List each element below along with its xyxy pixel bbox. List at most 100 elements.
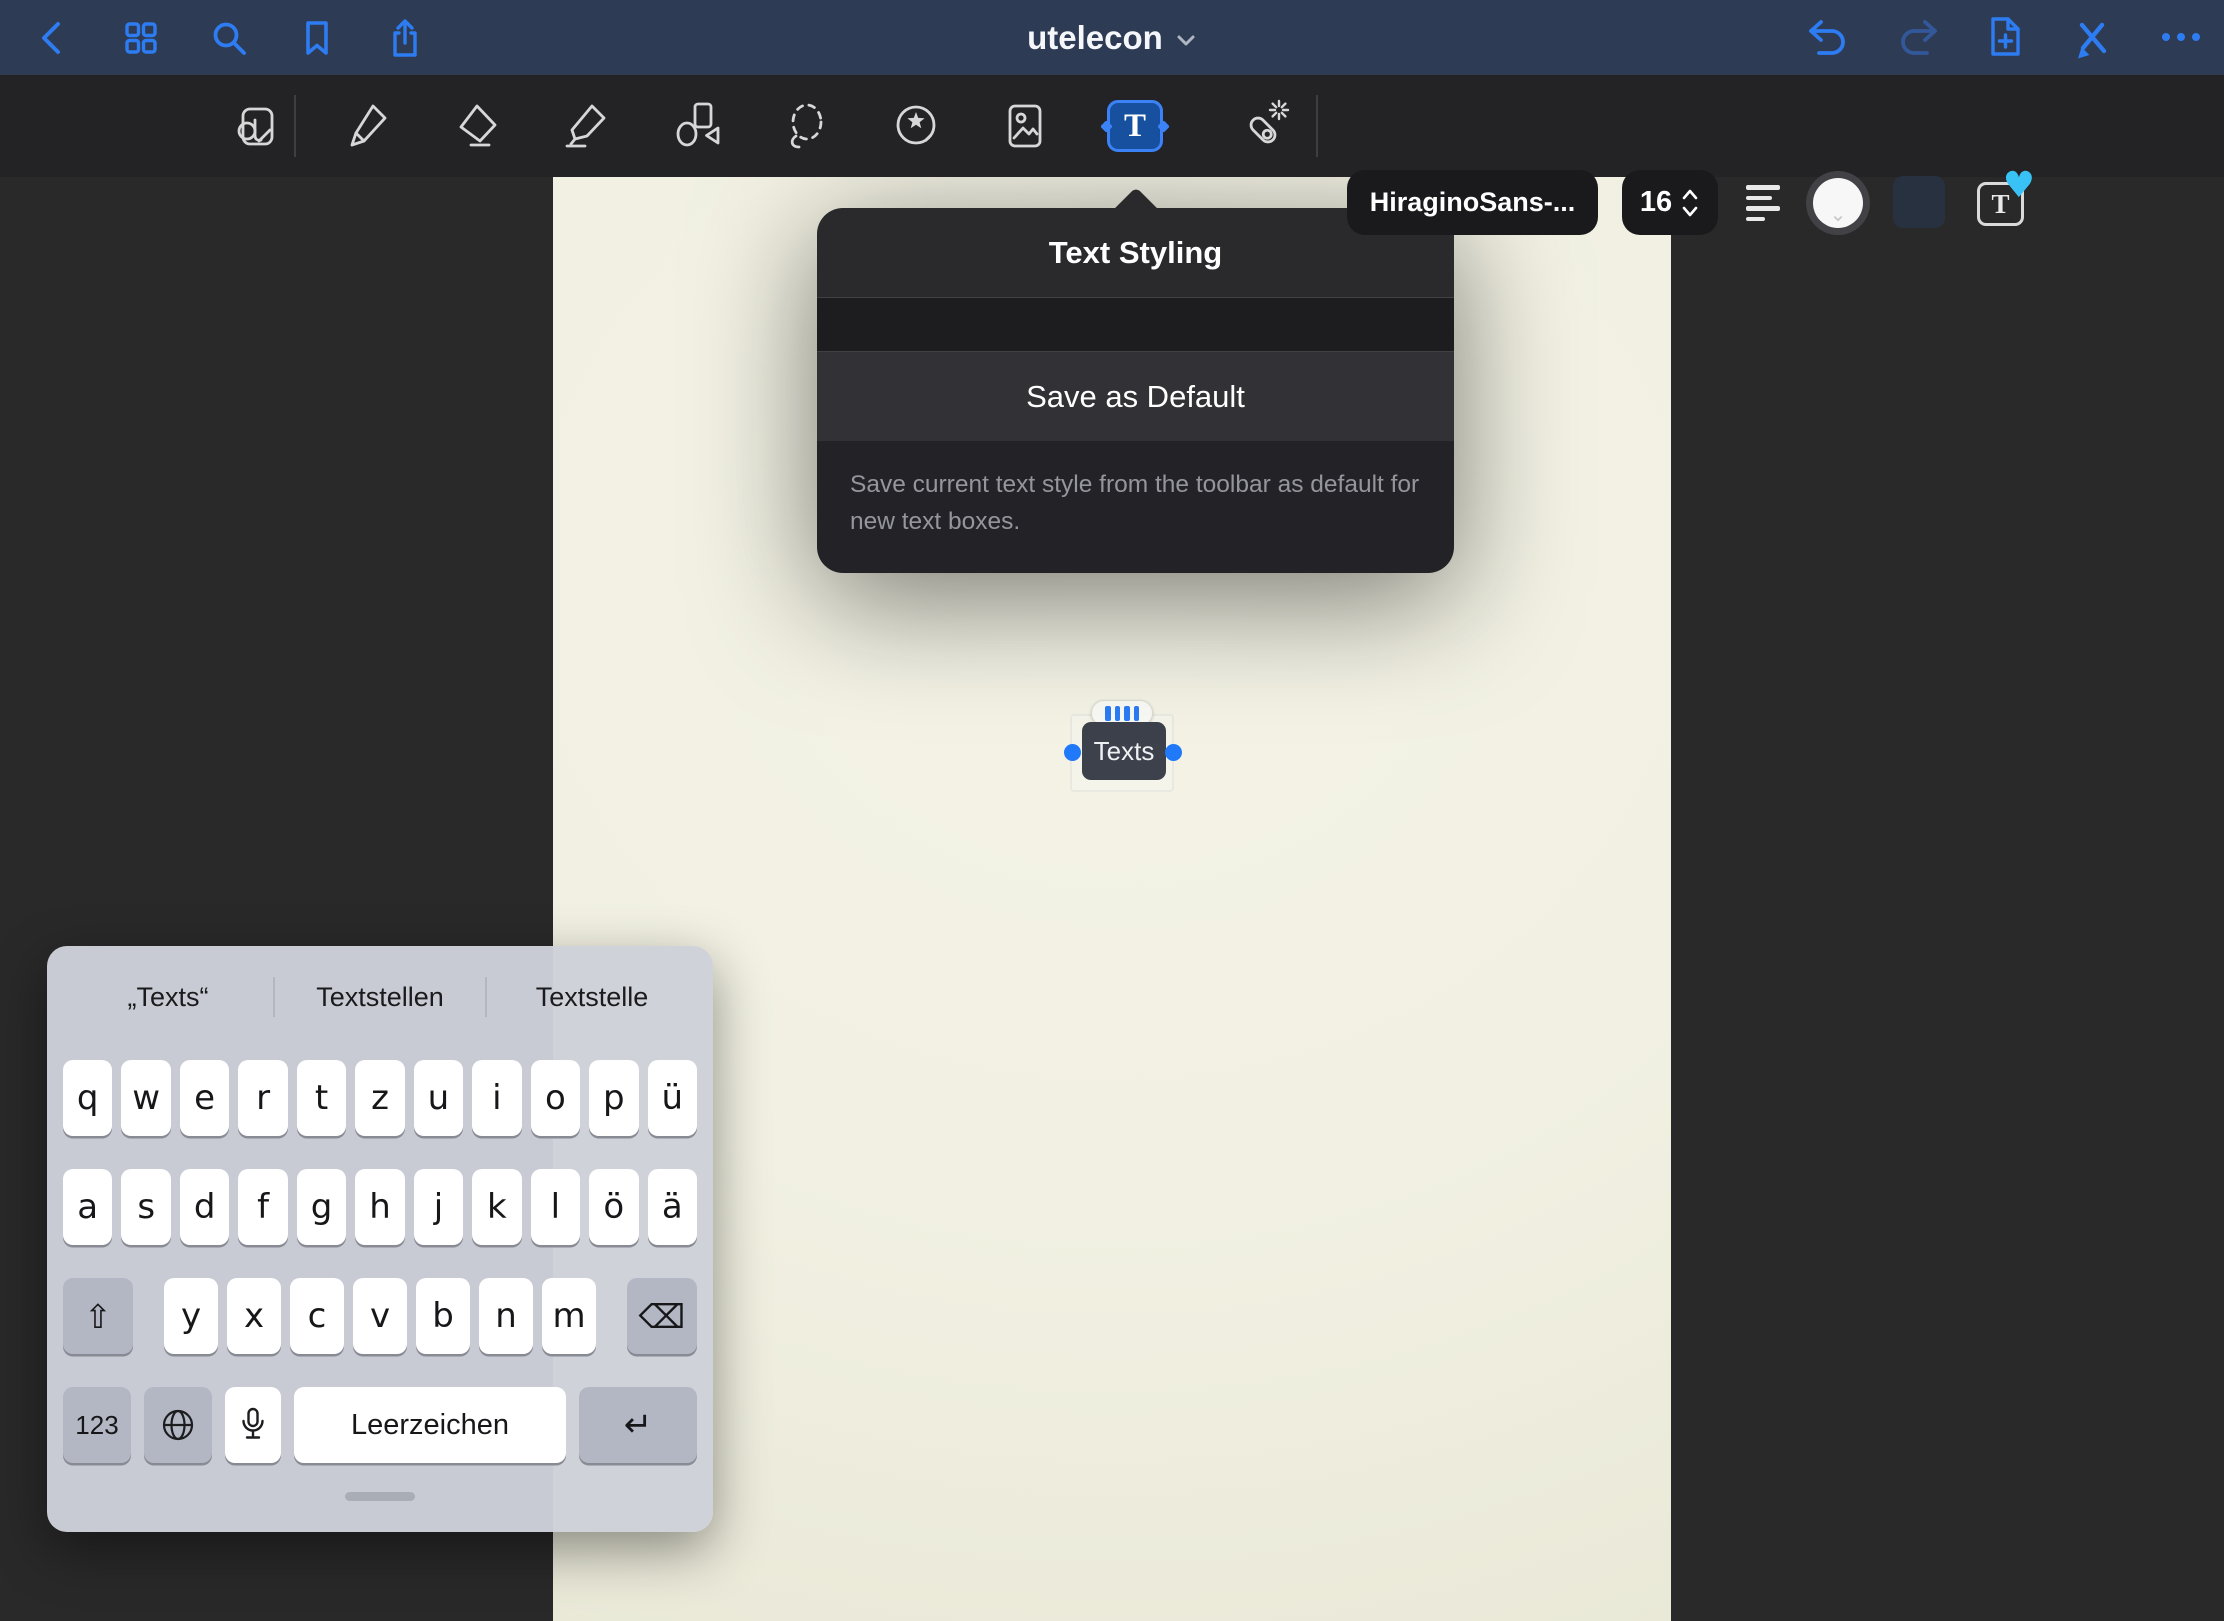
share-icon xyxy=(383,16,427,60)
align-bar xyxy=(1746,217,1765,222)
elements-star-icon xyxy=(888,98,944,154)
suggestion-quoted[interactable]: „Texts“ xyxy=(63,981,273,1014)
key-k[interactable]: k xyxy=(472,1169,521,1245)
key-e[interactable]: e xyxy=(180,1060,229,1136)
key-z[interactable]: z xyxy=(355,1060,404,1136)
resize-handle-right[interactable] xyxy=(1165,744,1182,761)
key-l[interactable]: l xyxy=(531,1169,580,1245)
textbox-content[interactable]: Texts xyxy=(1082,722,1166,780)
key-x[interactable]: x xyxy=(227,1278,281,1354)
grid-icon xyxy=(119,16,163,60)
popover-description: Save current text style from the toolbar… xyxy=(817,441,1454,573)
secondary-color-swatch[interactable] xyxy=(1893,176,1945,228)
numbers-key[interactable]: 123 xyxy=(63,1387,131,1463)
key-r[interactable]: r xyxy=(238,1060,287,1136)
text-style-button[interactable]: T ♥ xyxy=(1977,182,2024,226)
text-tool[interactable]: T xyxy=(1103,94,1167,158)
image-tool[interactable] xyxy=(993,94,1057,158)
key-h[interactable]: h xyxy=(355,1169,404,1245)
documents-grid-button[interactable] xyxy=(112,9,170,67)
text-align-button[interactable] xyxy=(1740,171,1796,235)
highlighter-icon xyxy=(558,98,614,154)
drag-bar xyxy=(1115,706,1121,721)
search-button[interactable] xyxy=(200,9,258,67)
more-options-button[interactable] xyxy=(2152,9,2210,67)
popover-section-gap xyxy=(817,298,1454,352)
font-family-button[interactable]: HiraginoSans-... xyxy=(1347,170,1598,235)
key-s[interactable]: s xyxy=(121,1169,170,1245)
key-w[interactable]: w xyxy=(121,1060,170,1136)
chevron-down-icon xyxy=(1175,28,1197,48)
pencil-off-button[interactable] xyxy=(2064,9,2122,67)
undo-button[interactable] xyxy=(1800,9,1858,67)
suggestion-2[interactable]: Textstelle xyxy=(487,981,697,1014)
share-button[interactable] xyxy=(376,9,434,67)
key-row-3: ⇧ yxcvbnm ⌫ xyxy=(63,1278,697,1354)
image-icon xyxy=(997,98,1053,154)
key-ü[interactable]: ü xyxy=(648,1060,697,1136)
text-styling-popover: Text Styling Save as Default Save curren… xyxy=(817,208,1454,573)
stepper-chevrons-icon xyxy=(1680,186,1700,220)
undo-icon xyxy=(1805,14,1853,62)
shapes-tool[interactable] xyxy=(666,94,730,158)
redo-icon xyxy=(1893,14,1941,62)
pen-tool[interactable] xyxy=(334,94,398,158)
key-b[interactable]: b xyxy=(416,1278,470,1354)
laser-pointer-icon xyxy=(1237,98,1293,154)
lasso-tool[interactable] xyxy=(775,94,839,158)
key-i[interactable]: i xyxy=(472,1060,521,1136)
text-tool-selected-icon: T xyxy=(1107,100,1163,152)
key-u[interactable]: u xyxy=(414,1060,463,1136)
key-c[interactable]: c xyxy=(290,1278,344,1354)
key-y[interactable]: y xyxy=(164,1278,218,1354)
key-m[interactable]: m xyxy=(542,1278,596,1354)
suggestion-1[interactable]: Textstellen xyxy=(275,981,485,1014)
elements-tool[interactable] xyxy=(884,94,948,158)
globe-key[interactable] xyxy=(144,1387,212,1463)
back-button[interactable] xyxy=(24,9,82,67)
bookmark-icon xyxy=(295,16,339,60)
resize-handle-left[interactable] xyxy=(1064,744,1081,761)
key-t[interactable]: t xyxy=(297,1060,346,1136)
goodnotes-screen: { "top_nav": { "title": "utelecon" }, "t… xyxy=(0,0,2224,1621)
key-q[interactable]: q xyxy=(63,1060,112,1136)
popover-body: Text Styling Save as Default Save curren… xyxy=(817,208,1454,573)
key-v[interactable]: v xyxy=(353,1278,407,1354)
highlighter-tool[interactable] xyxy=(554,94,618,158)
backspace-key[interactable]: ⌫ xyxy=(627,1278,697,1354)
key-ä[interactable]: ä xyxy=(648,1169,697,1245)
key-row-4: 123 Leerzeichen ↵ xyxy=(63,1387,697,1463)
keyboard-drag-handle[interactable] xyxy=(345,1492,415,1501)
dictation-key[interactable] xyxy=(225,1387,281,1463)
align-bar xyxy=(1746,206,1780,211)
key-o[interactable]: o xyxy=(531,1060,580,1136)
read-mode-tool[interactable] xyxy=(224,94,288,158)
save-as-default-button[interactable]: Save as Default xyxy=(817,352,1454,441)
bookmark-button[interactable] xyxy=(288,9,346,67)
key-g[interactable]: g xyxy=(297,1169,346,1245)
font-size-stepper[interactable]: 16 xyxy=(1622,170,1718,235)
eraser-tool[interactable] xyxy=(445,94,509,158)
text-color-swatch[interactable]: ⌄ xyxy=(1806,171,1870,235)
key-n[interactable]: n xyxy=(479,1278,533,1354)
document-title-label: utelecon xyxy=(1027,19,1163,57)
key-row-1: qwertzuiopü xyxy=(63,1060,697,1136)
key-p[interactable]: p xyxy=(589,1060,638,1136)
key-f[interactable]: f xyxy=(238,1169,287,1245)
eraser-icon xyxy=(449,98,505,154)
toolbar-divider xyxy=(1316,95,1318,157)
floating-keyboard: „Texts“ Textstellen Textstelle qwertzuio… xyxy=(47,946,713,1532)
font-size-value: 16 xyxy=(1640,186,1672,219)
microphone-icon xyxy=(234,1406,272,1444)
key-a[interactable]: a xyxy=(63,1169,112,1245)
key-d[interactable]: d xyxy=(180,1169,229,1245)
pencil-cross-icon xyxy=(2069,14,2117,62)
shift-key[interactable]: ⇧ xyxy=(63,1278,133,1354)
space-key[interactable]: Leerzeichen xyxy=(294,1387,566,1463)
add-page-button[interactable] xyxy=(1976,9,2034,67)
redo-button[interactable] xyxy=(1888,9,1946,67)
key-ö[interactable]: ö xyxy=(589,1169,638,1245)
laser-pointer-tool[interactable] xyxy=(1233,94,1297,158)
key-j[interactable]: j xyxy=(414,1169,463,1245)
return-key[interactable]: ↵ xyxy=(579,1387,697,1463)
